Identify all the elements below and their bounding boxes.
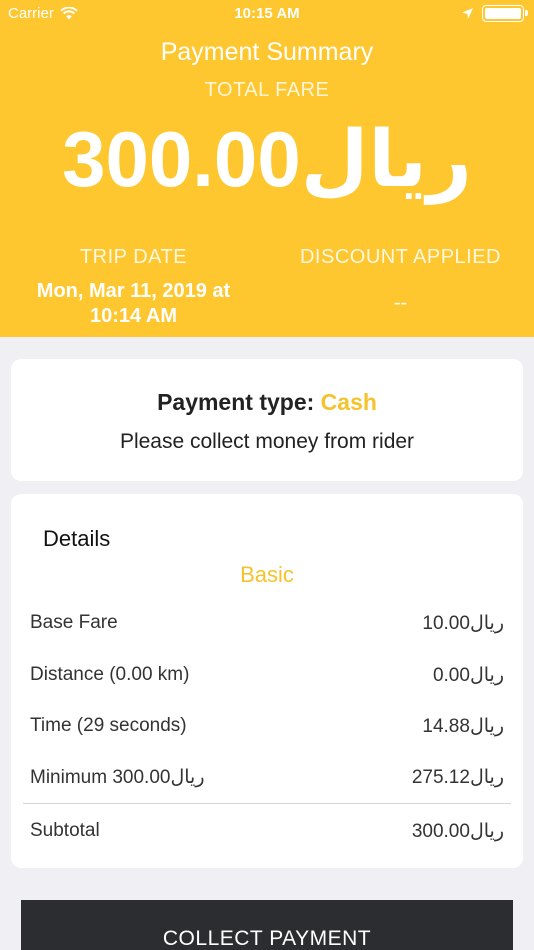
trip-date-line-2: 10:14 AM (89, 305, 178, 327)
payment-type-value: Cash (320, 389, 377, 415)
fare-row: Distance (0.00 km) 0.00ريال (30, 664, 504, 690)
trip-date-line-1: Mon, Mar 11, 2019 at (36, 280, 231, 302)
payment-type: Payment type: Cash (11, 389, 523, 416)
fare-row-amount: 275.12ريال (411, 767, 504, 788)
details-title: Details (43, 526, 111, 551)
payment-message: Please collect money from rider (119, 430, 415, 453)
subtotal-label: Subtotal (30, 820, 100, 841)
status-right (461, 5, 528, 22)
payment-type-card: Payment type: Cash Please collect money … (11, 359, 523, 481)
fare-row-name: Minimum 300.00ريال (30, 767, 205, 788)
fare-row-amount: 14.88ريال (422, 716, 504, 737)
fare-row: Base Fare 10.00ريال (30, 612, 504, 638)
status-time: 10:15 AM (234, 5, 300, 22)
trip-date-label: TRIP DATE (79, 246, 188, 268)
discount-label: DISCOUNT APPLIED (299, 246, 502, 268)
battery-icon (482, 5, 528, 22)
total-fare-label: TOTAL FARE (204, 79, 330, 101)
fare-details-card: Details Basic Base Fare 10.00ريال Distan… (11, 494, 523, 868)
fare-row-name: Base Fare (30, 612, 118, 633)
fare-row-name: Time (29 seconds) (30, 715, 187, 736)
total-fare-value: 300.00ريال (62, 115, 472, 203)
payment-summary-header: Carrier 10:15 AM Payment Summary TOTAL F… (0, 0, 534, 337)
payment-type-label: Payment type: (157, 389, 315, 415)
trip-date: TRIP DATE Mon, Mar 11, 2019 at 10:14 AM (0, 246, 267, 329)
subtotal-value: 300.00ريال (411, 821, 504, 842)
subtotal-row: Subtotal 300.00ريال (30, 820, 504, 846)
fare-row-name: Distance (0.00 km) (30, 664, 190, 685)
fare-row-amount: 10.00ريال (422, 613, 504, 634)
discount: DISCOUNT APPLIED -- (267, 246, 534, 316)
status-bar: Carrier 10:15 AM (0, 0, 534, 28)
subtotal-divider (23, 803, 511, 804)
fare-row: Minimum 300.00ريال 275.12ريال (30, 766, 504, 792)
trip-date-value: Mon, Mar 11, 2019 at 10:14 AM (0, 279, 267, 329)
collect-payment-button[interactable]: COLLECT PAYMENT (21, 900, 513, 950)
details-section-label: Basic (240, 562, 294, 587)
location-arrow-icon (462, 8, 473, 19)
fare-row: Time (29 seconds) 14.88ريال (30, 715, 504, 741)
discount-value: -- (393, 292, 408, 314)
fare-row-amount: 0.00ريال (432, 665, 504, 686)
page-title: Payment Summary (160, 38, 374, 66)
